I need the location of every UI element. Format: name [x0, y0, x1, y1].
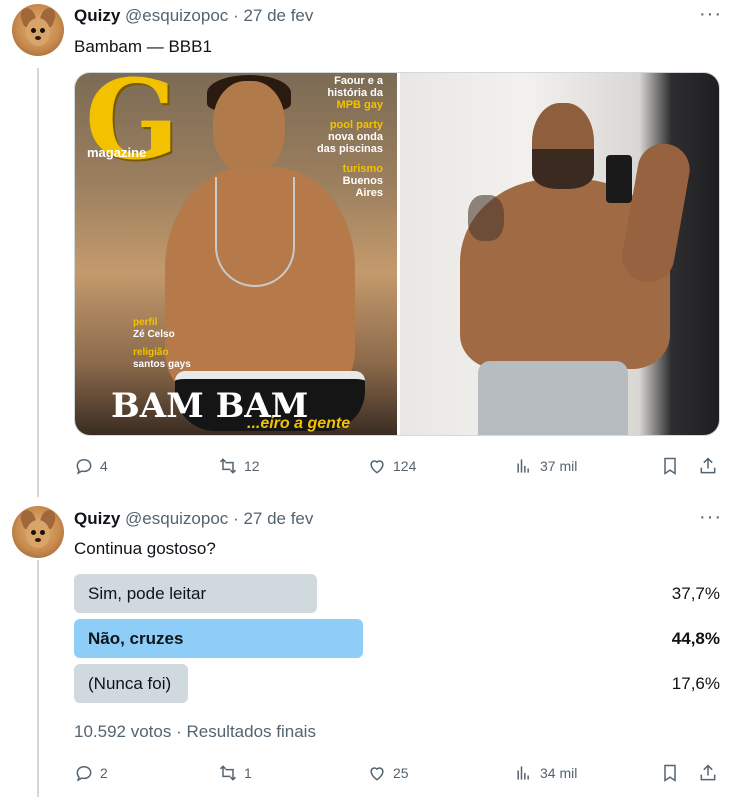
reply-count: 4 — [100, 458, 108, 474]
views-count: 34 mil — [540, 765, 578, 781]
retweet-count: 12 — [244, 458, 260, 474]
bookmark-button[interactable] — [660, 761, 680, 785]
thread-connector — [37, 68, 39, 497]
cover-tagline: ...eiro a gente — [247, 415, 351, 432]
like-icon — [370, 767, 384, 781]
tweet-date[interactable]: 27 de fev — [243, 6, 313, 25]
bookmark-icon — [664, 764, 676, 782]
poll-option-percent: 44,8% — [671, 629, 720, 648]
retweet-button[interactable]: 12 — [218, 454, 260, 478]
like-count: 25 — [393, 765, 409, 781]
like-count: 124 — [393, 458, 417, 474]
more-icon[interactable]: ··· — [699, 4, 721, 28]
avatar[interactable] — [12, 4, 64, 56]
poll-option: Sim, pode leitar 37,7% — [74, 574, 720, 613]
more-icon[interactable]: ··· — [699, 507, 721, 531]
tweet-header: Quizy @esquizopoc · 27 de fev — [74, 6, 313, 26]
magazine-cover-image[interactable]: G magazine Faour e a história da MPB gay… — [75, 73, 397, 435]
selfie-figure — [420, 103, 710, 435]
separator: · — [176, 722, 182, 741]
views-button[interactable]: 37 mil — [514, 454, 577, 478]
poll-option-label: Não, cruzes — [88, 629, 184, 648]
tweet-media[interactable]: G magazine Faour e a história da MPB gay… — [74, 72, 720, 436]
bookmark-button[interactable] — [660, 454, 680, 478]
tweet-header: Quizy @esquizopoc · 27 de fev — [74, 509, 313, 529]
retweet-icon — [219, 765, 237, 781]
share-icon — [700, 457, 716, 474]
poll-meta: 10.592 votos · Resultados finais — [74, 722, 316, 742]
poll-status: Resultados finais — [186, 722, 316, 741]
tweet-text: Continua gostoso? — [74, 539, 216, 558]
author-handle[interactable]: @esquizopoc — [125, 6, 228, 25]
poll-option: (Nunca foi) 17,6% — [74, 664, 720, 703]
reply-button[interactable]: 4 — [74, 454, 108, 478]
tweet-actions: 2 1 25 34 mil — [74, 761, 720, 785]
tweet-text: Bambam — BBB1 — [74, 37, 212, 56]
separator: · — [233, 6, 239, 25]
like-icon — [370, 460, 384, 474]
poll-option-winner: Não, cruzes 44,8% — [74, 619, 720, 658]
author-handle[interactable]: @esquizopoc — [125, 509, 228, 528]
poll-option-label: (Nunca foi) — [88, 674, 172, 693]
poll-option-label: Sim, pode leitar — [88, 584, 207, 603]
like-button[interactable]: 25 — [367, 761, 409, 785]
tweet-date[interactable]: 27 de fev — [243, 509, 313, 528]
views-count: 37 mil — [540, 458, 578, 474]
share-button[interactable] — [698, 761, 718, 785]
reply-button[interactable]: 2 — [74, 761, 108, 785]
views-button[interactable]: 34 mil — [514, 761, 577, 785]
reply-count: 2 — [100, 765, 108, 781]
poll-option-percent: 17,6% — [671, 674, 720, 693]
selfie-image[interactable] — [400, 73, 719, 435]
retweet-icon — [219, 458, 237, 474]
views-icon — [517, 766, 529, 780]
author-name[interactable]: Quizy — [74, 509, 120, 528]
avatar[interactable] — [12, 506, 64, 558]
reply-icon — [76, 765, 92, 782]
retweet-button[interactable]: 1 — [218, 761, 252, 785]
share-button[interactable] — [698, 454, 718, 478]
bookmark-icon — [664, 457, 676, 475]
like-button[interactable]: 124 — [367, 454, 416, 478]
cover-lines-left: perfil Zé Celso religião santos gays — [133, 317, 191, 370]
magazine-logo-word: magazine — [87, 145, 147, 160]
cover-lines-right: Faour e a história da MPB gay pool party… — [316, 75, 383, 199]
reply-icon — [76, 458, 92, 475]
views-icon — [517, 459, 529, 473]
separator: · — [233, 509, 239, 528]
thread-connector-2 — [37, 560, 39, 797]
tweet-actions: 4 12 124 37 mil — [74, 454, 720, 478]
poll-option-percent: 37,7% — [671, 584, 720, 603]
retweet-count: 1 — [244, 765, 252, 781]
poll-votes: 10.592 votos — [74, 722, 172, 741]
share-icon — [700, 764, 716, 781]
author-name[interactable]: Quizy — [74, 6, 120, 25]
